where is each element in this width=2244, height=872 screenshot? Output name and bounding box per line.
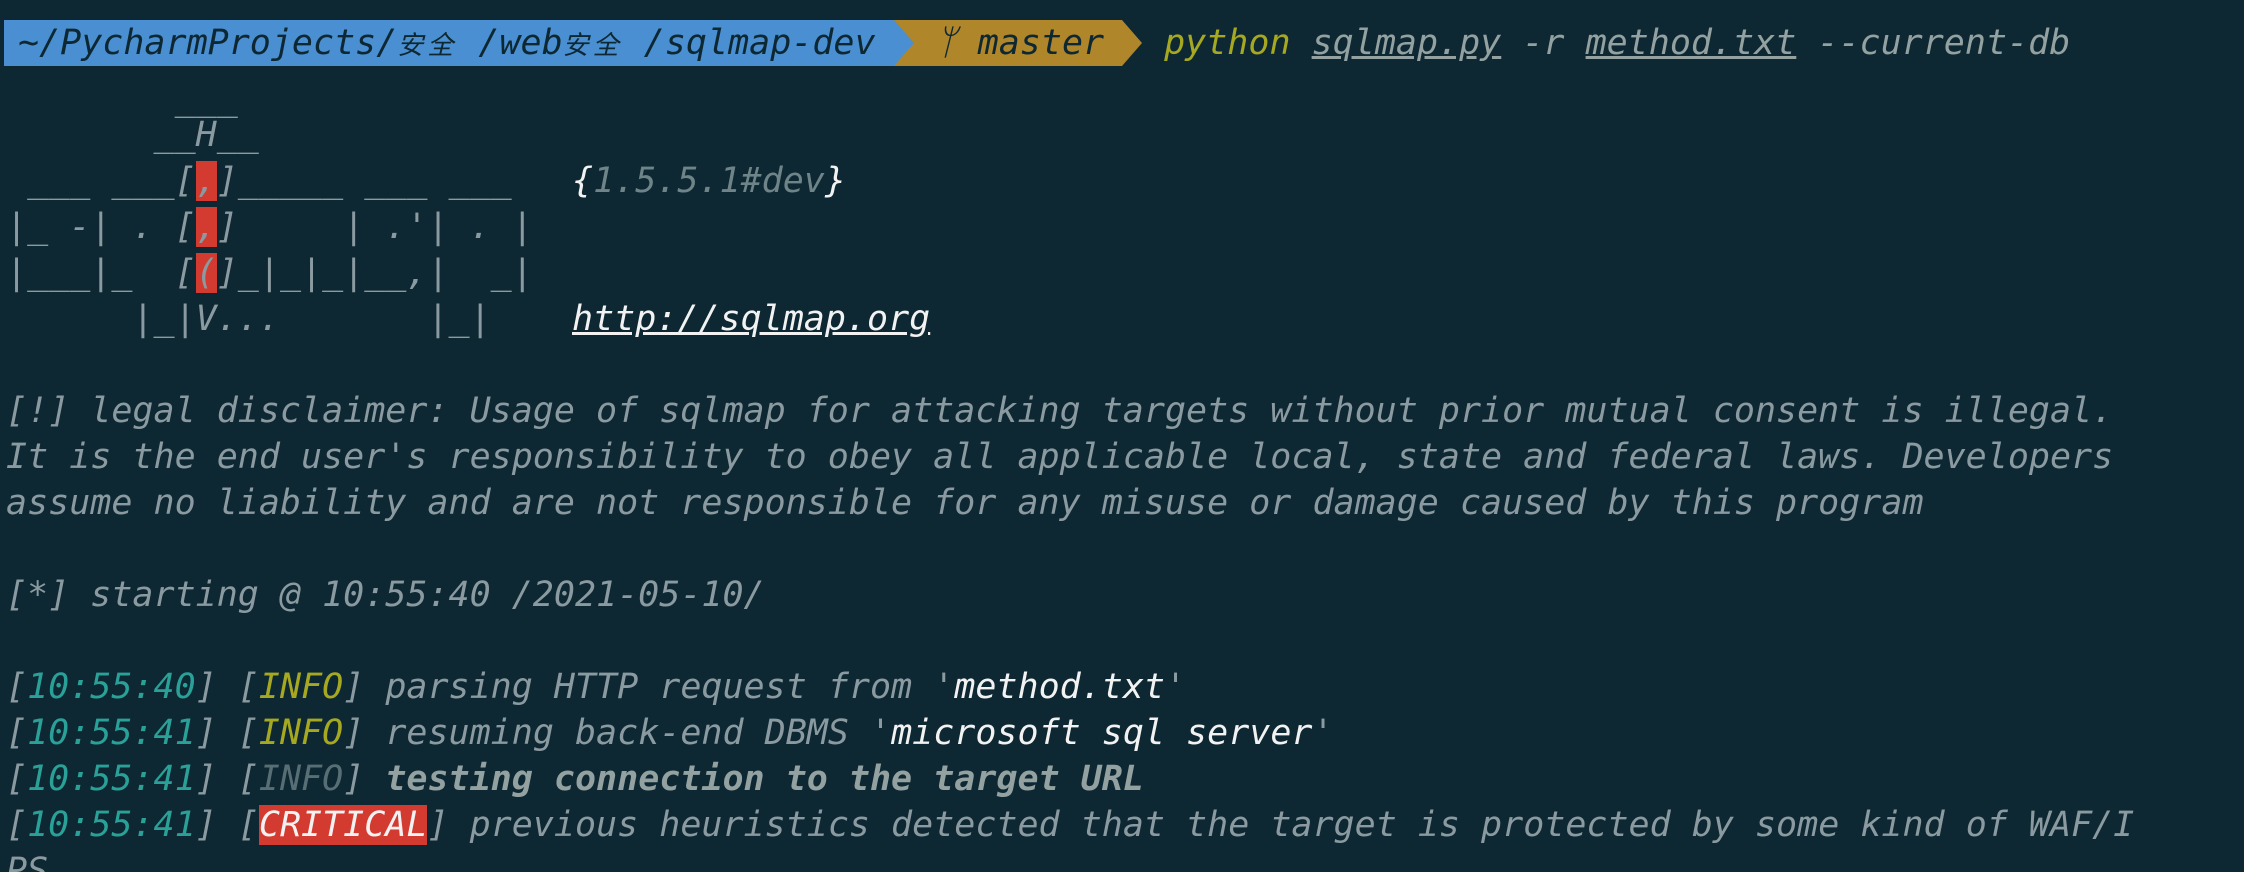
log-wrap-tail: PS — [6, 851, 49, 872]
log-time: 10:55:41 — [27, 805, 196, 845]
log-level-critical: CRITICAL — [258, 805, 428, 845]
git-branch-name: master — [977, 23, 1105, 63]
disclaimer-line-1: [!] legal disclaimer: Usage of sqlmap fo… — [6, 391, 2114, 431]
path-cjk-1: 安全 — [397, 31, 458, 61]
banner-url-link[interactable]: http://sqlmap.org — [572, 296, 930, 342]
prompt-path-segment: ~/PycharmProjects/安全 /web安全 /sqlmap-dev — [4, 20, 894, 66]
command-line[interactable]: python sqlmap.py -r method.txt --current… — [1142, 23, 2070, 63]
banner-version: {1.5.5.1#dev} — [572, 158, 846, 204]
log-message: resuming back-end DBMS ' — [385, 713, 892, 753]
version-text: 1.5.5.1#dev — [593, 161, 825, 201]
git-branch-icon: ᛘ — [935, 23, 957, 63]
path-prefix: ~/PycharmProjects/ — [18, 23, 398, 63]
log-line-1: [10:55:40] [INFO] parsing HTTP request f… — [6, 667, 1187, 707]
log-level-info: INFO — [258, 667, 344, 707]
banner-highlight-char: ( — [195, 253, 217, 293]
log-level-info: INFO — [258, 759, 344, 799]
terminal-window[interactable]: ~/PycharmProjects/安全 /web安全 /sqlmap-dev … — [0, 0, 2244, 872]
banner-line-3: ___ ___[,]_____ ___ ___ — [6, 161, 512, 201]
path-cjk-2: 安全 — [562, 31, 623, 61]
powerline-separator-1 — [893, 20, 914, 66]
prompt-git-segment: ᛘ master — [913, 20, 1123, 66]
command-request-file: method.txt — [1585, 23, 1797, 63]
command-flag-db: --current-db — [1817, 23, 2071, 63]
banner-line-6: |_|V... |_| — [6, 299, 491, 339]
version-brace-open: { — [572, 161, 594, 201]
powerline-separator-2 — [1122, 20, 1143, 66]
shell-prompt: ~/PycharmProjects/安全 /web安全 /sqlmap-dev … — [4, 20, 2070, 66]
command-flag-r: -r — [1522, 23, 1565, 63]
command-script: sqlmap.py — [1311, 23, 1502, 63]
banner-highlight-char: , — [195, 207, 217, 247]
log-time: 10:55:40 — [27, 667, 196, 707]
log-highlight: method.txt — [954, 667, 1165, 707]
banner-line-4: |_ -| . [,] | .'| . | — [6, 207, 533, 247]
log-message: parsing HTTP request from ' — [385, 667, 955, 707]
log-line-4: [10:55:41] [CRITICAL] previous heuristic… — [6, 805, 2135, 845]
disclaimer-line-2: It is the end user's responsibility to o… — [6, 437, 2114, 477]
command-name: python — [1164, 23, 1291, 63]
starting-line: [*] starting @ 10:55:40 /2021-05-10/ — [6, 575, 765, 615]
log-tail: ' — [1312, 713, 1334, 753]
log-highlight: microsoft sql server — [891, 713, 1313, 753]
banner-line-2: __H__ — [6, 115, 259, 155]
banner-highlight-char: , — [195, 161, 217, 201]
log-line-2: [10:55:41] [INFO] resuming back-end DBMS… — [6, 713, 1334, 753]
log-level-info: INFO — [258, 713, 344, 753]
banner-line-5: |___|_ [(]_|_|_|__,| _| — [6, 253, 533, 293]
path-suffix: /sqlmap-dev — [622, 23, 876, 63]
log-time: 10:55:41 — [27, 759, 196, 799]
log-line-3: [10:55:41] [INFO] testing connection to … — [6, 759, 1144, 799]
log-message: testing connection to the target URL — [385, 759, 1144, 799]
version-brace-close: } — [824, 161, 846, 201]
log-message: previous heuristics detected that the ta… — [469, 805, 2135, 845]
log-time: 10:55:41 — [27, 713, 196, 753]
path-mid: /web — [457, 23, 563, 63]
log-tail: ' — [1165, 667, 1187, 707]
disclaimer-line-3: assume no liability and are not responsi… — [6, 483, 1924, 523]
